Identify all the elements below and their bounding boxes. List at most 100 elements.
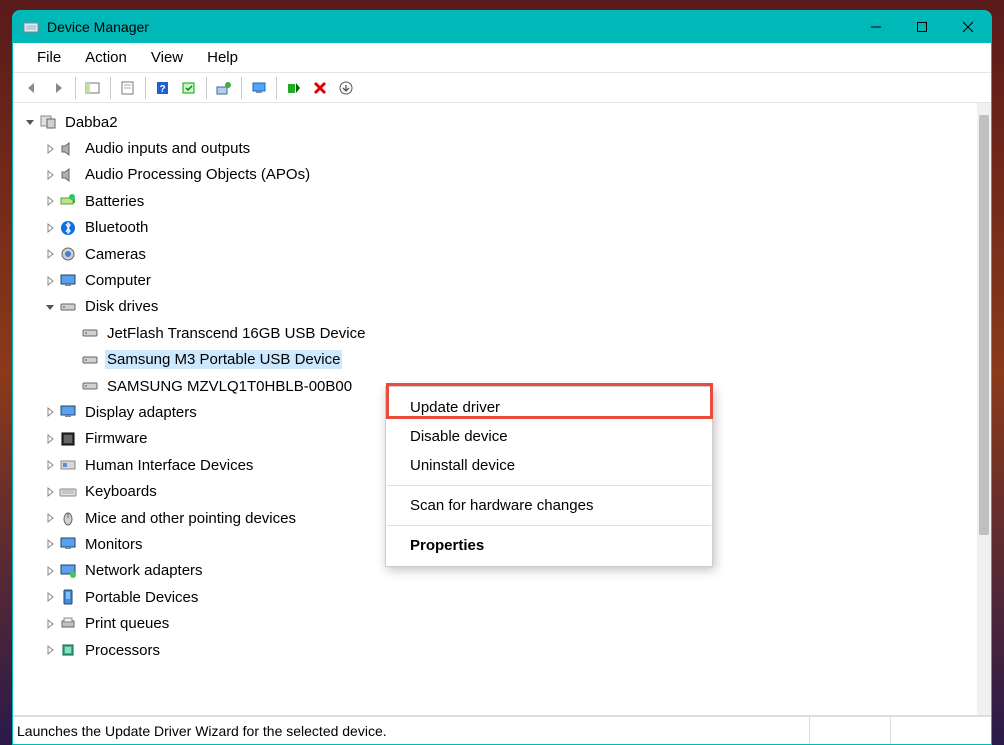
disk-icon [81, 324, 99, 342]
context-menu-item[interactable]: Update driver [386, 393, 712, 422]
tree-category[interactable]: Portable Devices [19, 584, 977, 610]
expander-icon[interactable] [43, 142, 57, 156]
scan-button[interactable] [177, 76, 201, 100]
tree-category-label: Audio Processing Objects (APOs) [83, 165, 312, 184]
tree-category-label: Human Interface Devices [83, 456, 255, 475]
scroll-thumb[interactable] [979, 115, 989, 535]
expander-icon[interactable] [43, 643, 57, 657]
context-menu: Update driverDisable deviceUninstall dev… [385, 386, 713, 567]
tree-category-label: Monitors [83, 535, 145, 554]
app-icon [23, 19, 39, 35]
portable-icon [59, 588, 77, 606]
camera-icon [59, 245, 77, 263]
tree-category-label: Firmware [83, 429, 150, 448]
show-hide-console-button[interactable] [81, 76, 105, 100]
update-driver-button[interactable] [212, 76, 236, 100]
enable-device-button[interactable] [282, 76, 306, 100]
disk-icon [59, 298, 77, 316]
tree-device-label: Samsung M3 Portable USB Device [105, 350, 342, 369]
context-menu-item[interactable]: Uninstall device [386, 451, 712, 480]
tree-category[interactable]: Computer [19, 267, 977, 293]
tree-category-label: Print queues [83, 614, 171, 633]
vertical-scrollbar[interactable] [977, 103, 991, 715]
tree-root[interactable]: Dabba2 [19, 109, 977, 135]
disk-icon [81, 377, 99, 395]
firmware-icon [59, 430, 77, 448]
tree-device-label: JetFlash Transcend 16GB USB Device [105, 324, 367, 343]
tree-device-label: SAMSUNG MZVLQ1T0HBLB-00B00 [105, 377, 354, 396]
status-text: Launches the Update Driver Wizard for th… [17, 723, 809, 739]
forward-button[interactable] [46, 76, 70, 100]
expander-icon[interactable] [43, 485, 57, 499]
tree-device[interactable]: Samsung M3 Portable USB Device [19, 347, 977, 373]
tree-category[interactable]: Batteries [19, 188, 977, 214]
expander-icon[interactable] [43, 564, 57, 578]
hid-icon [59, 456, 77, 474]
help-button[interactable]: ? [151, 76, 175, 100]
tree-category[interactable]: Print queues [19, 610, 977, 636]
tree-category[interactable]: Disk drives [19, 294, 977, 320]
expander-icon[interactable] [43, 300, 57, 314]
monitor-icon [59, 272, 77, 290]
expander-icon[interactable] [43, 458, 57, 472]
window-title: Device Manager [47, 19, 853, 35]
printer-icon [59, 615, 77, 633]
tree-category[interactable]: Cameras [19, 241, 977, 267]
tree-category-label: Keyboards [83, 482, 159, 501]
back-button[interactable] [20, 76, 44, 100]
expander-icon[interactable] [43, 590, 57, 604]
tree-root-label: Dabba2 [63, 113, 120, 132]
tree-category[interactable]: Audio inputs and outputs [19, 135, 977, 161]
expander-icon[interactable] [43, 221, 57, 235]
tree-category[interactable]: Audio Processing Objects (APOs) [19, 162, 977, 188]
expander-icon[interactable] [43, 168, 57, 182]
expander-icon[interactable] [43, 617, 57, 631]
expander-icon[interactable] [43, 432, 57, 446]
window-controls [853, 11, 991, 43]
context-menu-item[interactable]: Scan for hardware changes [386, 491, 712, 520]
tree-category-label: Processors [83, 641, 162, 660]
tree-category-label: Portable Devices [83, 588, 200, 607]
expander-icon[interactable] [43, 194, 57, 208]
bluetooth-icon [59, 219, 77, 237]
tree-category-label: Bluetooth [83, 218, 150, 237]
properties-button[interactable] [116, 76, 140, 100]
toolbar: ? [13, 73, 991, 103]
tree-category-label: Mice and other pointing devices [83, 509, 298, 528]
expander-icon[interactable] [43, 511, 57, 525]
tree-category-label: Cameras [83, 245, 148, 264]
computer-icon [39, 113, 57, 131]
tree-category-label: Batteries [83, 192, 146, 211]
expander-icon[interactable] [23, 115, 37, 129]
uninstall-button[interactable] [308, 76, 332, 100]
battery-icon [59, 192, 77, 210]
close-button[interactable] [945, 11, 991, 43]
context-menu-separator [387, 485, 711, 486]
expander-icon[interactable] [43, 247, 57, 261]
menu-action[interactable]: Action [73, 45, 139, 70]
cpu-icon [59, 641, 77, 659]
expander-icon[interactable] [43, 274, 57, 288]
menu-file[interactable]: File [25, 45, 73, 70]
maximize-button[interactable] [899, 11, 945, 43]
remote-button[interactable] [247, 76, 271, 100]
expander-icon[interactable] [43, 537, 57, 551]
menubar: File Action View Help [13, 43, 991, 73]
tree-category-label: Display adapters [83, 403, 199, 422]
minimize-button[interactable] [853, 11, 899, 43]
tree-device[interactable]: JetFlash Transcend 16GB USB Device [19, 320, 977, 346]
display-icon [59, 403, 77, 421]
menu-help[interactable]: Help [195, 45, 250, 70]
titlebar: Device Manager [13, 11, 991, 43]
disable-button[interactable] [334, 76, 358, 100]
tree-category[interactable]: Processors [19, 637, 977, 663]
device-manager-window: Device Manager File Action View Help ? [12, 10, 992, 745]
expander-icon[interactable] [43, 405, 57, 419]
menu-view[interactable]: View [139, 45, 195, 70]
context-menu-item[interactable]: Disable device [386, 422, 712, 451]
disk-icon [81, 351, 99, 369]
context-menu-item[interactable]: Properties [386, 531, 712, 560]
tree-category[interactable]: Bluetooth [19, 215, 977, 241]
tree-category-label: Audio inputs and outputs [83, 139, 252, 158]
tree-category-label: Computer [83, 271, 153, 290]
